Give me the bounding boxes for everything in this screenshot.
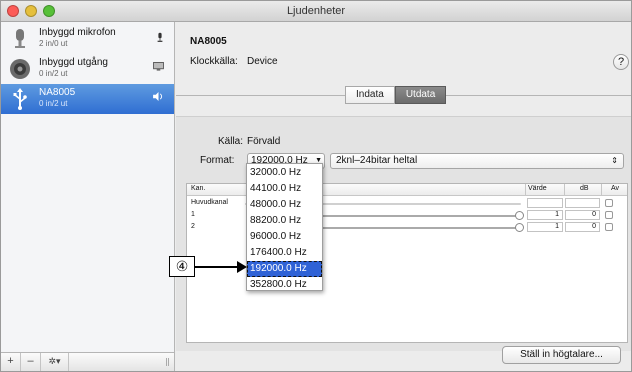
device-channels: 0 in/2 ut <box>39 69 68 78</box>
column-divider <box>601 184 602 196</box>
callout-arrow-line <box>195 266 238 268</box>
mute-checkbox[interactable] <box>605 223 613 231</box>
device-name: Inbyggd utgång <box>39 57 108 68</box>
device-name: Inbyggd mikrofon <box>39 27 116 38</box>
usb-icon <box>13 88 27 110</box>
configure-speakers-button[interactable]: Ställ in högtalare... <box>502 346 621 364</box>
title-bar: Ljudenheter <box>1 1 631 22</box>
format-option-selected[interactable]: 192000.0 Hz <box>247 261 322 277</box>
output-settings-panel: Källa: Förvald Format: 192000.0 Hz ▼ 2kn… <box>176 116 631 351</box>
chevron-updown-icon: ⇕ <box>611 156 618 165</box>
clock-source-value: Device <box>247 56 278 67</box>
value-field[interactable] <box>527 198 563 208</box>
help-button[interactable]: ? <box>613 54 629 70</box>
column-header-channel: Kan. <box>191 185 206 192</box>
tab-utdata[interactable]: Utdata <box>394 86 447 104</box>
column-divider <box>564 184 565 196</box>
device-item-built-in-output[interactable]: Inbyggd utgång 0 in/2 ut <box>1 54 174 84</box>
microphone-icon <box>15 29 25 48</box>
format-option[interactable]: 44100.0 Hz <box>247 181 322 197</box>
speaker-icon <box>10 59 30 79</box>
bit-depth-select[interactable]: 2knl–24bitar heltal ⇕ <box>330 153 624 169</box>
format-option[interactable]: 48000.0 Hz <box>247 197 322 213</box>
channel-label: 2 <box>191 223 195 230</box>
column-divider <box>525 184 526 196</box>
mute-checkbox[interactable] <box>605 211 613 219</box>
callout-arrow-head-icon <box>237 261 247 273</box>
format-label: Format: <box>200 155 235 166</box>
bit-depth-value: 2knl–24bitar heltal <box>336 155 418 166</box>
volume-slider-knob[interactable] <box>515 223 524 232</box>
remove-device-button[interactable]: – <box>21 353 41 371</box>
format-option[interactable]: 32000.0 Hz <box>247 165 322 181</box>
gear-menu-button[interactable]: ✲▾ <box>41 353 69 371</box>
device-channels: 0 in/2 ut <box>39 99 68 108</box>
db-field[interactable]: 0 <box>565 210 600 220</box>
device-title: NA8005 <box>190 36 227 47</box>
volume-icon <box>153 92 163 101</box>
resize-grip-icon[interactable] <box>166 358 169 366</box>
column-header-mute: Av <box>611 185 620 192</box>
display-icon <box>153 62 164 71</box>
volume-slider-knob[interactable] <box>515 211 524 220</box>
column-header-db: dB <box>580 185 589 192</box>
format-dropdown-menu: 32000.0 Hz 44100.0 Hz 48000.0 Hz 88200.0… <box>246 163 323 291</box>
db-field[interactable]: 0 <box>565 222 600 232</box>
db-field[interactable] <box>565 198 600 208</box>
device-detail-pane: NA8005 Klockkälla: Device ? Indata Utdat… <box>176 22 631 371</box>
format-option[interactable]: 96000.0 Hz <box>247 229 322 245</box>
format-option[interactable]: 352800.0 Hz <box>247 277 322 293</box>
io-tabs: Indata Utdata <box>345 86 447 104</box>
format-option[interactable]: 88200.0 Hz <box>247 213 322 229</box>
audio-devices-window: Ljudenheter Inbyggd mikrofon 2 in/0 ut I… <box>0 0 632 372</box>
microphone-small-icon <box>157 32 163 42</box>
value-field[interactable]: 1 <box>527 222 563 232</box>
column-header-value: Värde <box>528 185 547 192</box>
sidebar-toolbar: + – ✲▾ <box>1 352 174 371</box>
channel-label: 1 <box>191 211 195 218</box>
device-item-na8005[interactable]: NA8005 0 in/2 ut <box>1 84 174 114</box>
channel-label: Huvudkanal <box>191 199 228 206</box>
mute-checkbox[interactable] <box>605 199 613 207</box>
value-field[interactable]: 1 <box>527 210 563 220</box>
device-channels: 2 in/0 ut <box>39 39 68 48</box>
clock-source-label: Klockkälla: <box>190 56 238 67</box>
device-item-built-in-microphone[interactable]: Inbyggd mikrofon 2 in/0 ut <box>1 24 174 54</box>
add-device-button[interactable]: + <box>1 353 21 371</box>
source-label: Källa: <box>218 136 244 147</box>
format-option[interactable]: 176400.0 Hz <box>247 245 322 261</box>
step-callout-badge: ④ <box>169 256 195 277</box>
tab-indata[interactable]: Indata <box>345 86 395 104</box>
source-value: Förvald <box>247 136 281 147</box>
device-name: NA8005 <box>39 87 76 98</box>
device-sidebar: Inbyggd mikrofon 2 in/0 ut Inbyggd utgån… <box>1 22 175 371</box>
window-title: Ljudenheter <box>286 5 346 17</box>
